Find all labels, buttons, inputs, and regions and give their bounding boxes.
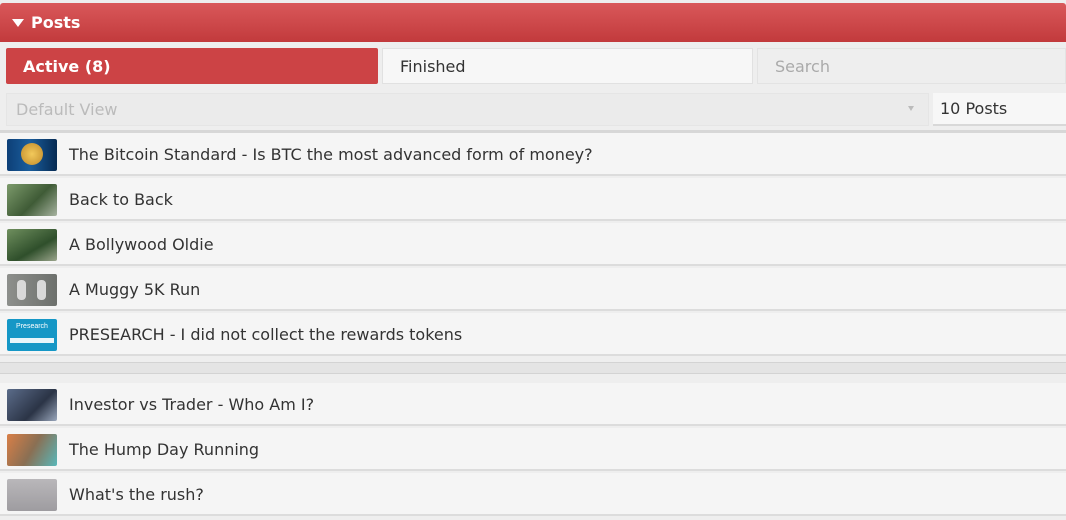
- bitcoin-thumbnail: [7, 139, 57, 171]
- presearch-logo-text: Presearch: [16, 323, 48, 330]
- post-row[interactable]: Presearch PRESEARCH - I did not collect …: [0, 313, 1066, 356]
- search-input[interactable]: Search: [757, 48, 1066, 84]
- sand-thumbnail: [7, 479, 57, 511]
- post-row[interactable]: Investor vs Trader - Who Am I?: [0, 383, 1066, 426]
- panel-title: Posts: [31, 13, 81, 32]
- post-title[interactable]: What's the rush?: [69, 473, 204, 516]
- post-row[interactable]: A Bollywood Oldie: [0, 223, 1066, 266]
- list-divider: [0, 362, 1066, 374]
- search-placeholder: Search: [775, 56, 830, 76]
- park-thumbnail: [7, 229, 57, 261]
- post-title[interactable]: A Muggy 5K Run: [69, 268, 200, 311]
- dropdown-arrow-icon: [908, 106, 914, 111]
- post-title[interactable]: PRESEARCH - I did not collect the reward…: [69, 313, 462, 356]
- view-select-label: Default View: [16, 100, 118, 119]
- post-count-label: 10 Posts: [940, 99, 1008, 118]
- post-row[interactable]: The Bitcoin Standard - Is BTC the most a…: [0, 133, 1066, 176]
- post-title[interactable]: Investor vs Trader - Who Am I?: [69, 383, 314, 426]
- tab-finished[interactable]: Finished: [382, 48, 753, 84]
- presearch-thumbnail: Presearch: [7, 319, 57, 351]
- tab-active-label: Active (8): [23, 56, 111, 76]
- post-row[interactable]: A Muggy 5K Run: [0, 268, 1066, 311]
- view-select[interactable]: Default View: [6, 93, 929, 126]
- presearch-logo-bar: [10, 338, 54, 343]
- posts-header[interactable]: Posts: [0, 3, 1066, 42]
- running-thumbnail: [7, 434, 57, 466]
- caret-down-icon: [12, 18, 24, 27]
- post-title[interactable]: A Bollywood Oldie: [69, 223, 214, 266]
- shoes-thumbnail: [7, 274, 57, 306]
- tab-active[interactable]: Active (8): [6, 48, 378, 84]
- tab-finished-label: Finished: [400, 56, 466, 76]
- post-title[interactable]: Back to Back: [69, 178, 173, 221]
- post-count-select[interactable]: 10 Posts: [933, 93, 1066, 126]
- street-thumbnail: [7, 184, 57, 216]
- post-title[interactable]: The Bitcoin Standard - Is BTC the most a…: [69, 133, 593, 176]
- post-title[interactable]: The Hump Day Running: [69, 428, 259, 471]
- post-row[interactable]: Back to Back: [0, 178, 1066, 221]
- post-row[interactable]: What's the rush?: [0, 473, 1066, 516]
- laptop-thumbnail: [7, 389, 57, 421]
- post-row[interactable]: The Hump Day Running: [0, 428, 1066, 471]
